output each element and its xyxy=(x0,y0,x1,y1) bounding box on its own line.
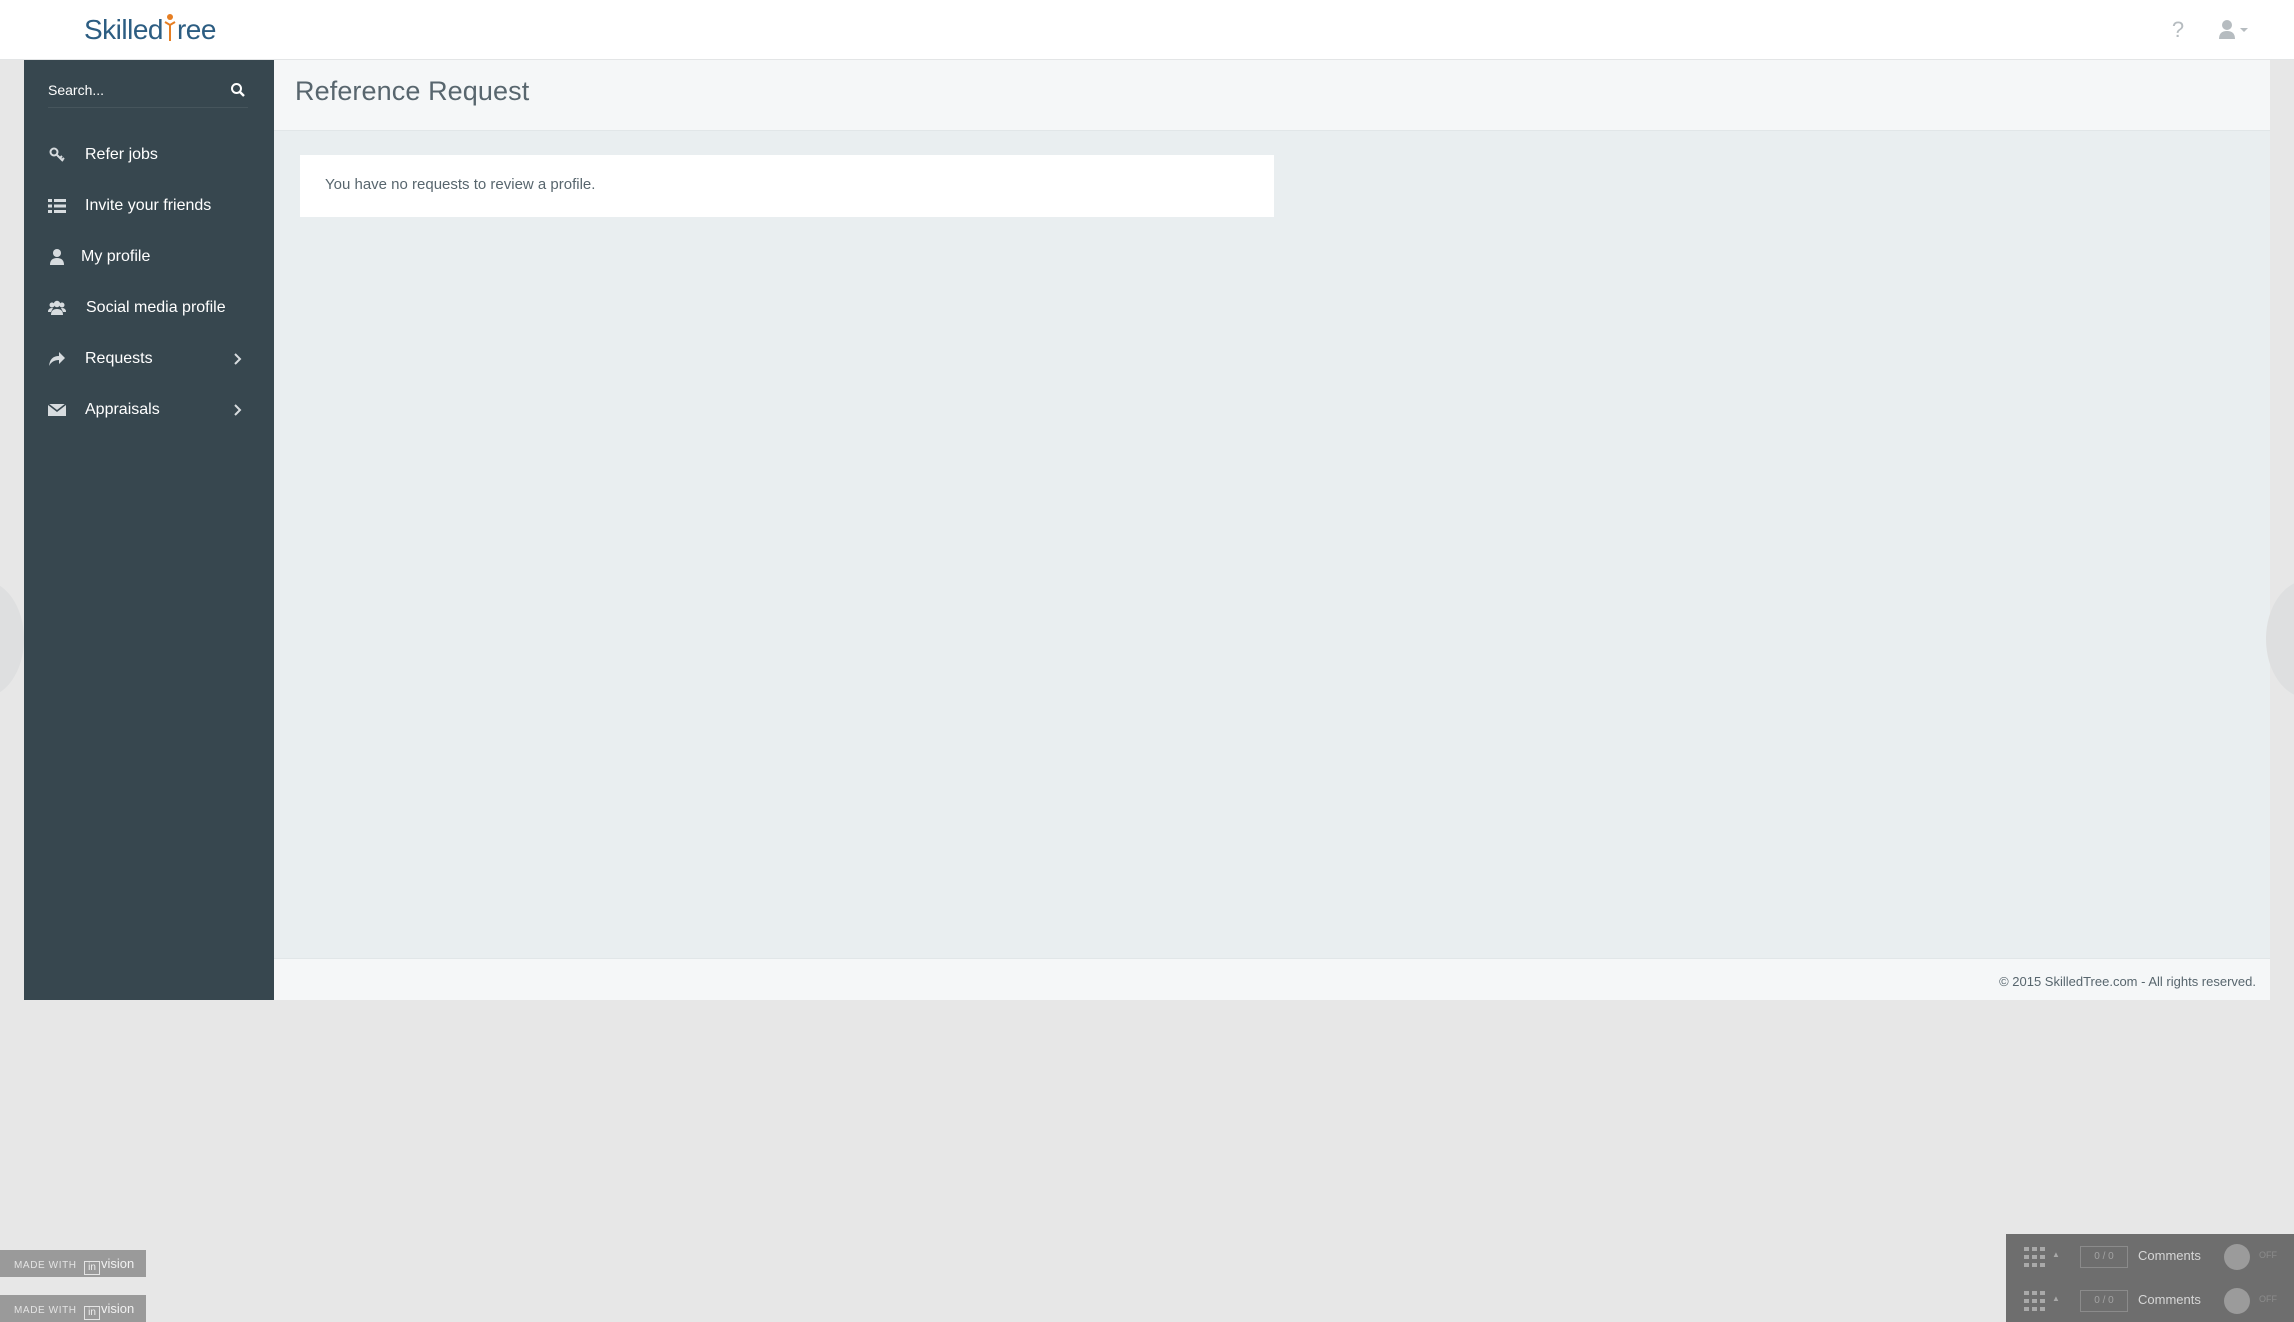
search-input[interactable] xyxy=(48,76,218,104)
comments-bar: ▲ 0 / 0 Comments OFF xyxy=(2006,1278,2294,1322)
footer: © 2015 SkilledTree.com - All rights rese… xyxy=(274,958,2270,1000)
comments-button[interactable]: Comments xyxy=(2138,1278,2201,1322)
screens-grid-icon[interactable] xyxy=(2024,1247,2046,1267)
empty-state-message: You have no requests to review a profile… xyxy=(325,176,596,193)
comment-counter: 0 / 0 xyxy=(2080,1246,2128,1268)
comments-button[interactable]: Comments xyxy=(2138,1234,2201,1278)
sidebar-item-label: Invite your friends xyxy=(85,197,212,214)
search-icon[interactable] xyxy=(230,82,246,98)
chevron-right-icon xyxy=(234,404,242,416)
made-with-invision-badge[interactable]: MADE WITH in vision xyxy=(0,1250,146,1277)
badge-prefix: MADE WITH xyxy=(14,1260,77,1271)
main-content: Reference Request You have no requests t… xyxy=(274,60,2270,1000)
sidebar-item-social-media-profile[interactable]: Social media profile xyxy=(24,282,274,333)
user-menu-button[interactable] xyxy=(2218,16,2254,44)
help-icon[interactable]: ? xyxy=(2166,16,2190,44)
logo-text-a: Skilled xyxy=(84,14,163,45)
user-icon xyxy=(50,249,64,265)
envelope-icon xyxy=(48,403,66,416)
top-bar: Skilled ree ? xyxy=(0,0,2294,60)
sidebar-item-label: Requests xyxy=(85,350,153,367)
list-icon xyxy=(48,199,66,213)
invision-logo: in vision xyxy=(84,1250,134,1277)
empty-state-card: You have no requests to review a profile… xyxy=(300,155,1274,217)
screens-grid-icon[interactable] xyxy=(2024,1291,2046,1311)
chevron-right-icon xyxy=(234,353,242,365)
page-header: Reference Request xyxy=(274,60,2270,131)
badge-prefix: MADE WITH xyxy=(14,1305,77,1316)
user-icon xyxy=(2219,20,2248,39)
skilledtree-logo[interactable]: Skilled ree xyxy=(84,8,216,52)
sidebar-nav: Refer jobs Invite your friends My profil… xyxy=(24,129,274,435)
caret-up-icon: ▲ xyxy=(2052,1294,2060,1303)
key-icon xyxy=(49,147,65,162)
copyright-text: © 2015 SkilledTree.com - All rights rese… xyxy=(1999,974,2256,989)
sidebar: Refer jobs Invite your friends My profil… xyxy=(24,60,274,1000)
caret-up-icon: ▲ xyxy=(2052,1250,2060,1259)
sidebar-item-my-profile[interactable]: My profile xyxy=(24,231,274,282)
previous-screen-arrow[interactable] xyxy=(0,580,24,698)
invision-logo: in vision xyxy=(84,1295,134,1322)
logo-figure-icon xyxy=(164,14,176,41)
sidebar-item-invite-friends[interactable]: Invite your friends xyxy=(24,180,274,231)
comments-toggle[interactable]: OFF xyxy=(2224,1244,2288,1270)
toggle-state: OFF xyxy=(2259,1250,2277,1260)
toggle-knob xyxy=(2224,1288,2250,1314)
comments-toggle[interactable]: OFF xyxy=(2224,1288,2288,1314)
sidebar-item-label: Appraisals xyxy=(85,401,160,418)
share-icon xyxy=(49,352,65,366)
sidebar-item-appraisals[interactable]: Appraisals xyxy=(24,384,274,435)
sidebar-item-requests[interactable]: Requests xyxy=(24,333,274,384)
made-with-invision-badge[interactable]: MADE WITH in vision xyxy=(0,1295,146,1322)
logo-text-b: ree xyxy=(176,14,216,45)
next-screen-arrow[interactable] xyxy=(2266,580,2294,698)
comments-bar: ▲ 0 / 0 Comments OFF xyxy=(2006,1234,2294,1278)
search-box xyxy=(48,72,248,108)
sidebar-item-label: Refer jobs xyxy=(85,146,158,163)
toggle-knob xyxy=(2224,1244,2250,1270)
toggle-state: OFF xyxy=(2259,1294,2277,1304)
sidebar-item-label: My profile xyxy=(81,248,151,265)
comment-counter: 0 / 0 xyxy=(2080,1290,2128,1312)
sidebar-item-refer-jobs[interactable]: Refer jobs xyxy=(24,129,274,180)
users-icon xyxy=(48,300,66,315)
page-title: Reference Request xyxy=(295,76,530,106)
sidebar-item-label: Social media profile xyxy=(86,299,226,316)
